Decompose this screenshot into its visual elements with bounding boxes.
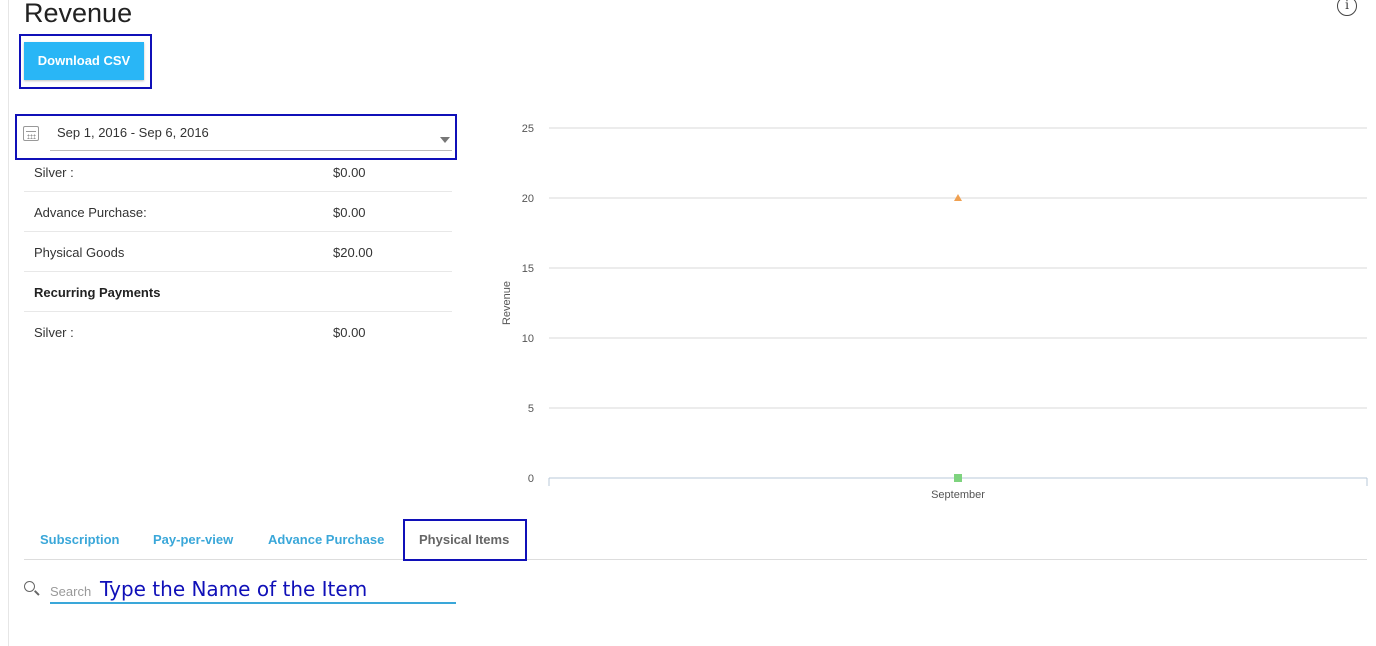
tab-subscription[interactable]: Subscription — [40, 532, 119, 547]
search-icon — [24, 581, 35, 592]
data-point-square — [954, 474, 962, 482]
summary-row: Advance Purchase: $0.00 — [24, 192, 452, 232]
tab-pay-per-view[interactable]: Pay-per-view — [153, 532, 233, 547]
revenue-chart: 0 5 10 15 20 25 September Revenue — [501, 123, 1368, 501]
summary-label: Silver : — [34, 325, 74, 340]
summary-value: $0.00 — [333, 165, 366, 180]
summary-label: Physical Goods — [34, 245, 125, 260]
summary-value: $0.00 — [333, 205, 366, 220]
y-tick-label: 20 — [522, 193, 534, 205]
summary-value: $20.00 — [333, 245, 373, 260]
summary-row: Silver : $0.00 — [24, 312, 452, 352]
y-tick-label: 25 — [522, 123, 534, 135]
page-title: Revenue — [24, 0, 133, 28]
info-icon[interactable]: i — [1337, 0, 1357, 16]
revenue-summary-table: Silver : $0.00 Advance Purchase: $0.00 P… — [24, 152, 452, 352]
tab-bar: Subscription Pay-per-view Advance Purcha… — [24, 520, 1367, 560]
y-tick-label: 0 — [528, 473, 534, 485]
y-tick-label: 5 — [528, 403, 534, 415]
y-axis-label: Revenue — [501, 281, 513, 325]
summary-row: Silver : $0.00 — [24, 152, 452, 192]
summary-row: Physical Goods $20.00 — [24, 232, 452, 272]
left-border — [8, 0, 9, 646]
summary-heading-label: Recurring Payments — [34, 285, 161, 300]
highlight-box-tab — [403, 519, 527, 561]
summary-label: Silver : — [34, 165, 74, 180]
x-tick-label: September — [931, 489, 985, 501]
highlight-box-download — [19, 34, 152, 89]
tab-advance-purchase[interactable]: Advance Purchase — [268, 532, 384, 547]
summary-section-heading: Recurring Payments — [24, 272, 452, 312]
y-tick-label: 15 — [522, 263, 534, 275]
search-annotation: Type the Name of the Item — [100, 577, 368, 601]
summary-label: Advance Purchase: — [34, 205, 147, 220]
y-tick-label: 10 — [522, 333, 534, 345]
summary-value: $0.00 — [333, 325, 366, 340]
